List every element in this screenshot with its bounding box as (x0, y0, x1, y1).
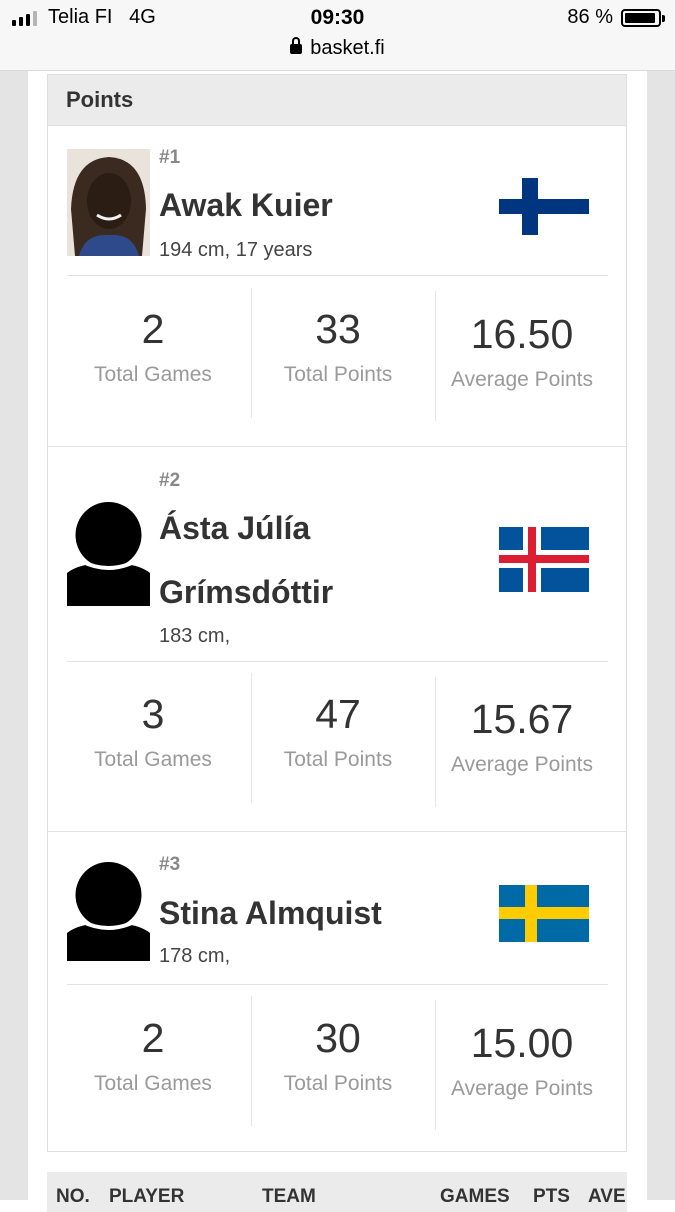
player-card[interactable]: #2 Ásta Júlía Grímsdóttir 183 cm, 3 Tota… (48, 446, 626, 832)
stat-value: 33 (315, 306, 361, 352)
stat-total-points: 33 Total Points (248, 305, 428, 390)
stats-table-header: NO. PLAYER TEAM GAMES PTS AVE (47, 1172, 627, 1212)
divider (67, 984, 608, 985)
column-header-no[interactable]: NO. (56, 1186, 90, 1208)
player-rank: #1 (159, 147, 181, 168)
stat-value: 47 (315, 691, 361, 737)
stat-total-games: 2 Total Games (63, 1014, 243, 1099)
player-rank: #2 (159, 470, 181, 491)
stat-value: 15.67 (470, 696, 574, 742)
column-header-player[interactable]: PLAYER (109, 1186, 184, 1208)
player-meta: 183 cm, (159, 625, 231, 647)
stat-label: Average Points (450, 1077, 594, 1100)
divider (67, 275, 608, 276)
page-gutter-right (647, 71, 675, 1200)
stat-total-games: 3 Total Games (63, 690, 243, 775)
player-card[interactable]: #3 Stina Almquist 178 cm, 2 Total Games … (48, 831, 626, 1152)
stat-value: 3 (141, 691, 165, 737)
lock-icon (290, 37, 303, 54)
player-name[interactable]: Ásta Júlía Grímsdóttir (159, 496, 489, 624)
battery-icon (621, 9, 665, 27)
panel-title: Points (48, 75, 626, 126)
battery-percentage: 86 % (567, 6, 613, 28)
player-meta: 178 cm, (159, 945, 231, 967)
column-header-games[interactable]: GAMES (440, 1186, 510, 1208)
player-rank: #3 (159, 854, 181, 875)
address-bar[interactable]: basket.fi (0, 37, 675, 60)
points-leaders-panel: Points #1 Awak Kuier 194 cm, 17 years 2 (47, 74, 627, 1152)
stat-label: Average Points (450, 368, 594, 391)
stat-label: Total Games (94, 748, 212, 771)
player-name[interactable]: Stina Almquist (159, 881, 489, 945)
finland-flag-icon (499, 178, 589, 235)
stat-label: Total Points (283, 748, 393, 771)
stat-total-games: 2 Total Games (63, 305, 243, 390)
status-bar: Telia FI 4G 09:30 86 % basket.fi (0, 0, 675, 71)
stat-label: Total Points (283, 363, 393, 386)
stat-label: Total Games (94, 363, 212, 386)
avatar-placeholder-icon (67, 499, 150, 606)
url-text: basket.fi (310, 37, 385, 59)
stat-total-points: 30 Total Points (248, 1014, 428, 1099)
stat-label: Total Points (283, 1072, 393, 1095)
stat-value: 15.00 (470, 1020, 574, 1066)
player-card[interactable]: #1 Awak Kuier 194 cm, 17 years 2 Total G… (48, 125, 626, 446)
stat-total-points: 47 Total Points (248, 690, 428, 775)
stat-label: Average Points (450, 753, 594, 776)
player-name[interactable]: Awak Kuier (159, 173, 489, 237)
stat-value: 30 (315, 1015, 361, 1061)
stat-average-points: 15.00 Average Points (432, 1019, 612, 1104)
page-gutter-left (0, 71, 28, 1200)
stat-average-points: 15.67 Average Points (432, 695, 612, 780)
player-photo (67, 149, 150, 256)
avatar-placeholder-icon (67, 854, 150, 961)
column-header-pts[interactable]: PTS (533, 1186, 570, 1208)
sweden-flag-icon (499, 885, 589, 942)
stat-label: Total Games (94, 1072, 212, 1095)
column-header-ave[interactable]: AVE (588, 1186, 626, 1208)
iceland-flag-icon (499, 527, 589, 592)
column-header-team[interactable]: TEAM (262, 1186, 316, 1208)
stat-value: 16.50 (470, 311, 574, 357)
player-meta: 194 cm, 17 years (159, 239, 313, 261)
divider (67, 661, 608, 662)
stat-value: 2 (141, 1015, 165, 1061)
stat-value: 2 (141, 306, 165, 352)
stat-average-points: 16.50 Average Points (432, 310, 612, 395)
